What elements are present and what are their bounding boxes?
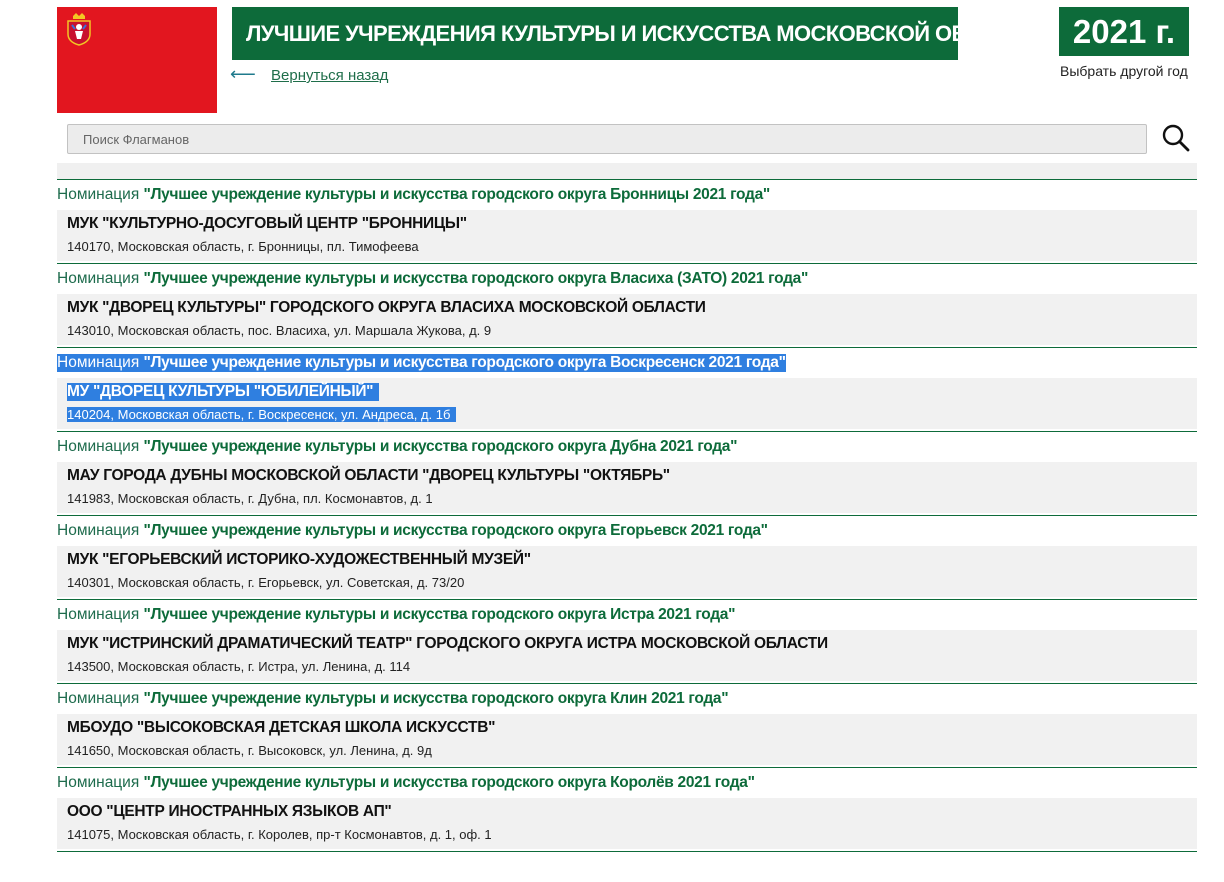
search-icon [1162,124,1190,152]
organization-name: ООО "ЦЕНТР ИНОСТРАННЫХ ЯЗЫКОВ АП" [67,803,392,820]
list-item-selected[interactable]: Номинация "Лучшее учреждение культуры и … [57,347,1197,431]
page-title: ЛУЧШИЕ УЧРЕЖДЕНИЯ КУЛЬТУРЫ И ИСКУССТВА М… [232,7,1039,60]
nomination-line: Номинация "Лучшее учреждение культуры и … [57,438,738,455]
nomination-title: "Лучшее учреждение культуры и искусства … [143,438,738,455]
organization-name: МУК "ДВОРЕЦ КУЛЬТУРЫ" ГОРОДСКОГО ОКРУГА … [67,299,706,316]
nomination-line: Номинация "Лучшее учреждение культуры и … [57,690,729,707]
organization-card[interactable]: МБОУДО "ВЫСОКОВСКАЯ ДЕТСКАЯ ШКОЛА ИСКУСС… [57,714,1197,765]
search-button[interactable] [1161,123,1191,153]
choose-year-link[interactable]: Выбрать другой год [1060,63,1188,79]
nomination-title: "Лучшее учреждение культуры и искусства … [143,774,755,791]
organization-name: МУК "ИСТРИНСКИЙ ДРАМАТИЧЕСКИЙ ТЕАТР" ГОР… [67,635,828,652]
organization-card[interactable]: МУК "ДВОРЕЦ КУЛЬТУРЫ" ГОРОДСКОГО ОКРУГА … [57,294,1197,345]
organization-name: МАУ ГОРОДА ДУБНЫ МОСКОВСКОЙ ОБЛАСТИ "ДВО… [67,467,670,484]
list-item[interactable]: Номинация "Лучшее учреждение культуры и … [57,515,1197,599]
organization-name: МУК "ЕГОРЬЕВСКИЙ ИСТОРИКО-ХУДОЖЕСТВЕННЫЙ… [67,551,531,568]
nomination-line: Номинация "Лучшее учреждение культуры и … [57,186,771,203]
list-item[interactable]: Номинация "Лучшее учреждение культуры и … [57,767,1197,851]
nomination-line: Номинация "Лучшее учреждение культуры и … [57,270,809,287]
list-item[interactable]: Номинация "Лучшее учреждение культуры и … [57,431,1197,515]
organization-address: 143500, Московская область, г. Истра, ул… [67,659,411,674]
nomination-line: Номинация "Лучшее учреждение культуры и … [57,606,736,623]
moscow-oblast-coat-of-arms-icon [67,13,91,46]
nomination-line: Номинация "Лучшее учреждение культуры и … [57,354,786,372]
back-link[interactable]: Вернуться назад [271,67,388,84]
list-item[interactable]: Номинация "Лучшее учреждение культуры и … [57,263,1197,347]
back-arrow-icon[interactable]: ⟵ [230,64,256,85]
organization-address: 141075, Московская область, г. Королев, … [67,827,492,842]
clipped-previous-item [57,163,1197,179]
organization-card[interactable]: МУ "ДВОРЕЦ КУЛЬТУРЫ "ЮБИЛЕЙНЫЙ" 140204, … [57,378,1197,429]
year-badge: 2021 г. [1059,7,1189,56]
region-emblem [57,7,217,113]
organization-address: 141983, Московская область, г. Дубна, пл… [67,491,433,506]
nomination-title: "Лучшее учреждение культуры и искусства … [143,186,771,203]
organization-address: 143010, Московская область, пос. Власиха… [67,323,492,338]
flagship-list: Номинация "Лучшее учреждение культуры и … [57,163,1197,852]
list-divider [57,851,1197,852]
nomination-title: "Лучшее учреждение культуры и искусства … [143,522,769,539]
nomination-title: "Лучшее учреждение культуры и искусства … [143,270,809,287]
organization-name: МУ "ДВОРЕЦ КУЛЬТУРЫ "ЮБИЛЕЙНЫЙ" [67,383,380,401]
list-item[interactable]: Номинация "Лучшее учреждение культуры и … [57,599,1197,683]
organization-address: 140301, Московская область, г. Егорьевск… [67,575,465,590]
organization-address: 140204, Московская область, г. Воскресен… [67,407,457,422]
organization-card[interactable]: ООО "ЦЕНТР ИНОСТРАННЫХ ЯЗЫКОВ АП" 141075… [57,798,1197,849]
search-input[interactable] [67,124,1147,154]
nomination-title: "Лучшее учреждение культуры и искусства … [143,606,736,623]
organization-address: 141650, Московская область, г. Высоковск… [67,743,432,758]
organization-name: МУК "КУЛЬТУРНО-ДОСУГОВЫЙ ЦЕНТР "БРОННИЦЫ… [67,215,467,232]
nomination-line: Номинация "Лучшее учреждение культуры и … [57,522,769,539]
organization-card[interactable]: МУК "ИСТРИНСКИЙ ДРАМАТИЧЕСКИЙ ТЕАТР" ГОР… [57,630,1197,681]
nomination-line: Номинация "Лучшее учреждение культуры и … [57,774,755,791]
organization-card[interactable]: МУК "ЕГОРЬЕВСКИЙ ИСТОРИКО-ХУДОЖЕСТВЕННЫЙ… [57,546,1197,597]
list-item[interactable]: Номинация "Лучшее учреждение культуры и … [57,179,1197,263]
list-item[interactable]: Номинация "Лучшее учреждение культуры и … [57,683,1197,767]
organization-card[interactable]: МАУ ГОРОДА ДУБНЫ МОСКОВСКОЙ ОБЛАСТИ "ДВО… [57,462,1197,513]
organization-address: 140170, Московская область, г. Бронницы,… [67,239,419,254]
organization-card[interactable]: МУК "КУЛЬТУРНО-ДОСУГОВЫЙ ЦЕНТР "БРОННИЦЫ… [57,210,1197,261]
nomination-title: "Лучшее учреждение культуры и искусства … [143,690,729,707]
organization-name: МБОУДО "ВЫСОКОВСКАЯ ДЕТСКАЯ ШКОЛА ИСКУСС… [67,719,496,736]
nomination-title: "Лучшее учреждение культуры и искусства … [143,354,786,371]
